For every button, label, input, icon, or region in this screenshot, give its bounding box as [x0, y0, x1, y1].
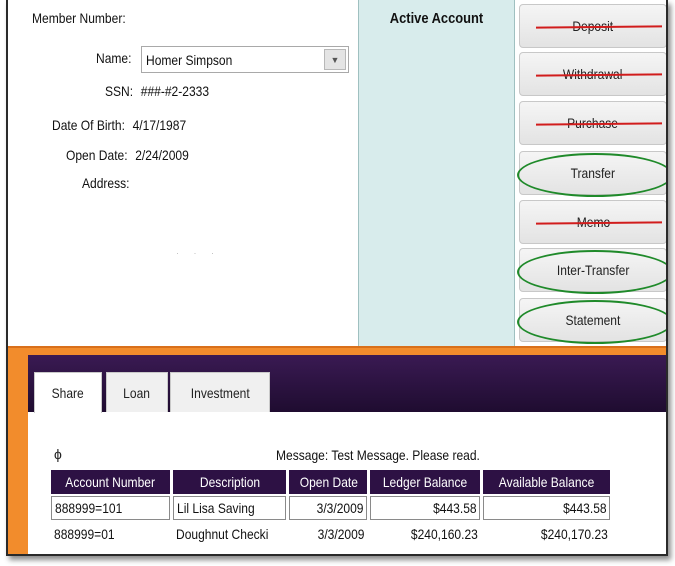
dob-value: 4/17/1987: [132, 117, 187, 133]
open-date-row: Open Date: 2/24/2009: [66, 147, 189, 163]
cell-text: Lil Lisa Saving: [177, 500, 255, 516]
cell-text: $240,170.23: [540, 526, 608, 542]
active-account-panel: Active Account: [358, 0, 515, 346]
message-row: ϕ Message: Test Message. Please read.: [28, 445, 666, 465]
column-header-account-number[interactable]: Account Number: [51, 470, 170, 494]
cell-text: 888999=101: [55, 500, 123, 516]
member-info-panel: Member Number: Name: Homer Simpson ▼ SSN…: [8, 0, 358, 346]
column-header-label: Available Balance: [499, 474, 595, 490]
account-number-cell: 888999=01: [51, 522, 170, 546]
table-header-row: Account Number Description Open Date Led…: [51, 470, 611, 494]
column-header-description[interactable]: Description: [173, 470, 287, 494]
available-balance-cell: $240,170.23: [483, 522, 610, 546]
column-header-ledger-balance[interactable]: Ledger Balance: [370, 470, 481, 494]
cell-text: 3/3/2009: [316, 500, 364, 516]
tab-investment[interactable]: Investment: [170, 372, 270, 412]
transfer-button-label: Transfer: [570, 165, 616, 181]
share-accounts-table: Account Number Description Open Date Led…: [48, 468, 613, 548]
account-message: Message: Test Message. Please read.: [276, 447, 480, 463]
withdrawal-button[interactable]: Withdrawal: [519, 52, 666, 96]
cell-text: $240,160.23: [410, 526, 478, 542]
tab-loan[interactable]: Loan: [106, 372, 168, 412]
statement-button-label: Statement: [565, 312, 621, 328]
column-header-label: Open Date: [299, 474, 358, 490]
description-cell: Lil Lisa Saving: [173, 496, 287, 520]
cell-text: $443.58: [432, 500, 477, 516]
column-header-open-date[interactable]: Open Date: [289, 470, 368, 494]
accounts-container: Share Loan Investment ϕ Message: Test Me…: [8, 346, 666, 554]
cell-text: 888999=01: [54, 526, 115, 542]
tab-investment-label: Investment: [190, 384, 250, 401]
column-header-label: Ledger Balance: [383, 474, 468, 490]
ssn-value: ###-#2-2333: [140, 83, 210, 99]
description-cell: Doughnut Checki: [173, 522, 286, 546]
open-date-label: Open Date:: [66, 147, 128, 163]
name-select[interactable]: Homer Simpson ▼: [141, 46, 349, 73]
chevron-down-icon[interactable]: ▼: [324, 49, 346, 70]
column-header-available-balance[interactable]: Available Balance: [483, 470, 611, 494]
inter-transfer-button[interactable]: Inter-Transfer: [517, 248, 666, 294]
dob-row: Date Of Birth: 4/17/1987: [52, 117, 186, 133]
name-select-value: Homer Simpson: [146, 52, 233, 68]
statement-button[interactable]: Statement: [517, 298, 666, 344]
accounts-panel: Share Loan Investment ϕ Message: Test Me…: [28, 355, 666, 554]
cell-text: $443.58: [562, 500, 607, 516]
open-date-value: 2/24/2009: [135, 147, 189, 163]
column-header-label: Account Number: [65, 474, 156, 490]
tab-loan-label: Loan: [123, 384, 151, 401]
tab-share[interactable]: Share: [34, 372, 102, 413]
column-header-label: Description: [199, 474, 260, 490]
withdrawal-button-label: Withdrawal: [563, 66, 623, 82]
ledger-balance-cell: $240,160.23: [370, 522, 480, 546]
active-account-title: Active Account: [389, 10, 484, 27]
faint-marks: · · ·: [176, 248, 220, 258]
inter-transfer-button-label: Inter-Transfer: [556, 262, 630, 278]
purchase-button[interactable]: Purchase: [519, 101, 666, 145]
purchase-button-label: Purchase: [567, 115, 619, 131]
open-date-cell: 3/3/2009: [289, 522, 367, 546]
open-date-cell: 3/3/2009: [289, 496, 368, 520]
memo-button[interactable]: Memo: [519, 200, 666, 244]
member-number-row: Member Number:: [32, 10, 133, 26]
memo-button-label: Memo: [576, 214, 610, 230]
table-row[interactable]: 888999=01 Doughnut Checki 3/3/2009 $240,…: [51, 522, 610, 546]
transfer-button[interactable]: Transfer: [517, 151, 666, 197]
address-label: Address:: [82, 175, 130, 191]
phi-icon: ϕ: [54, 446, 62, 462]
deposit-button[interactable]: Deposit: [519, 4, 666, 48]
cell-text: Doughnut Checki: [176, 526, 269, 542]
account-number-cell: 888999=101: [51, 496, 170, 520]
account-tab-bar: Share Loan Investment: [28, 355, 666, 413]
teller-window: Member Number: Name: Homer Simpson ▼ SSN…: [6, 0, 668, 556]
name-label: Name:: [96, 50, 132, 66]
ledger-balance-cell: $443.58: [370, 496, 481, 520]
name-row: Name:: [96, 50, 131, 66]
action-buttons-panel: Deposit Withdrawal Purchase Transfer Mem…: [515, 0, 666, 346]
address-row: Address:: [82, 175, 137, 191]
ssn-row: SSN: ###-#2-2333: [105, 83, 209, 99]
table-row[interactable]: 888999=101 Lil Lisa Saving 3/3/2009 $443…: [51, 496, 611, 520]
dob-label: Date Of Birth:: [52, 117, 125, 133]
member-number-label: Member Number:: [32, 10, 126, 26]
cell-text: 3/3/2009: [317, 526, 365, 542]
ssn-label: SSN:: [105, 83, 134, 99]
available-balance-cell: $443.58: [483, 496, 611, 520]
tab-share-label: Share: [51, 385, 85, 401]
deposit-button-label: Deposit: [572, 18, 614, 34]
